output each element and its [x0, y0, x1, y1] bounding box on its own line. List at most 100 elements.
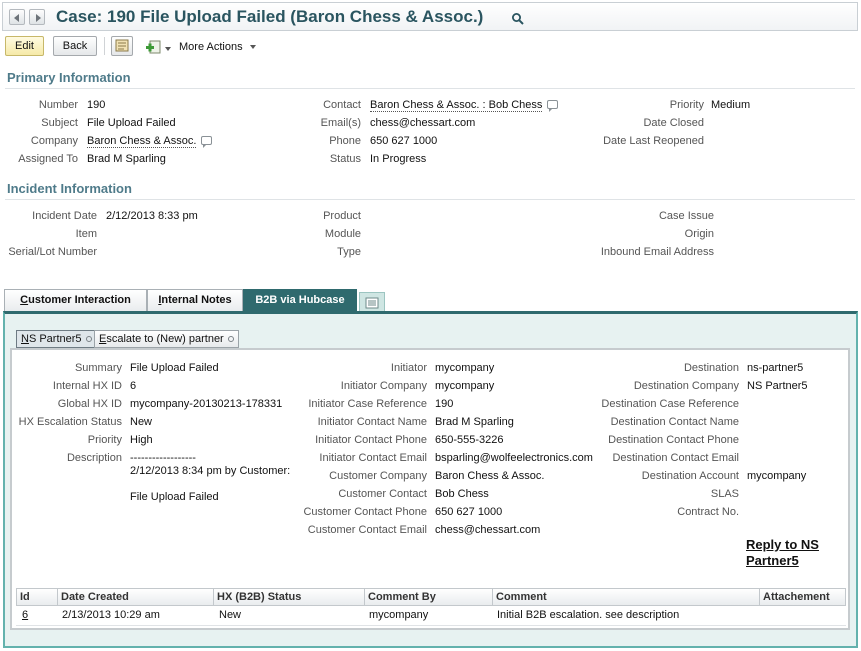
global-hx-id-label: Global HX ID — [57, 398, 122, 410]
chevron-down-icon[interactable] — [165, 47, 171, 51]
tab-label: ustomer Interaction — [28, 294, 131, 306]
column-header-status[interactable]: HX (B2B) Status — [214, 589, 365, 605]
case-issue-label: Case Issue — [658, 210, 714, 222]
description-line: File Upload Failed — [130, 491, 219, 503]
back-button[interactable]: Back — [53, 36, 97, 56]
priority-label: Priority — [669, 99, 704, 111]
section-divider — [5, 88, 855, 89]
tab-internal-notes[interactable]: Internal Notes — [147, 289, 243, 311]
initiator-contact-name-value: Brad M Sparling — [435, 416, 514, 428]
origin-label: Origin — [684, 228, 714, 240]
item-label: Item — [75, 228, 97, 240]
slas-label: SLAS — [710, 488, 739, 500]
destination-case-ref-label: Destination Case Reference — [601, 398, 739, 410]
customer-contact-value: Bob Chess — [435, 488, 489, 500]
comment-bubble-icon[interactable] — [547, 100, 559, 112]
tab-more[interactable] — [359, 292, 385, 311]
destination-company-value: NS Partner5 — [747, 380, 808, 392]
destination-contact-phone-label: Destination Contact Phone — [608, 434, 739, 446]
column-header-attachment[interactable]: Attachement — [760, 589, 846, 605]
primary-info-heading: Primary Information — [7, 70, 131, 85]
chevron-down-icon — [249, 45, 256, 49]
status-label: Status — [329, 153, 361, 165]
column-header-id[interactable]: Id — [17, 589, 58, 605]
destination-company-label: Destination Company — [633, 380, 739, 392]
list-icon — [365, 297, 379, 309]
date-closed-label: Date Closed — [643, 117, 704, 129]
number-label: Number — [38, 99, 78, 111]
contact-link[interactable]: Baron Chess & Assoc. : Bob Chess — [370, 99, 559, 112]
incident-date-label: Incident Date — [32, 210, 97, 222]
internal-hx-id-label: Internal HX ID — [52, 380, 122, 392]
escalation-status-value: New — [130, 416, 153, 428]
company-value[interactable]: Baron Chess & Assoc. — [87, 135, 197, 148]
subtab-access-key: N — [21, 333, 29, 345]
column-header-comment[interactable]: Comment — [493, 589, 760, 605]
print-button[interactable] — [111, 36, 133, 56]
cell-id[interactable]: 6 — [22, 609, 28, 621]
customer-company-value: Baron Chess & Assoc. — [435, 470, 545, 482]
back-arrow-icon[interactable] — [9, 9, 25, 25]
column-header-date-created[interactable]: Date Created — [58, 589, 214, 605]
column-header-comment-by[interactable]: Comment By — [365, 589, 493, 605]
initiator-case-ref-label: Initiator Case Reference — [308, 398, 427, 410]
toolbar-divider — [104, 37, 105, 55]
initiator-company-value: mycompany — [435, 380, 495, 392]
subject-label: Subject — [41, 117, 78, 129]
tab-access-key: C — [20, 294, 29, 306]
close-icon[interactable] — [85, 336, 92, 342]
tab-label: nternal Notes — [161, 294, 232, 306]
title-bar: Case: 190 File Upload Failed (Baron Ches… — [2, 2, 858, 31]
initiator-contact-name-label: Initiator Contact Name — [317, 416, 427, 428]
initiator-contact-phone-value: 650-555-3226 — [435, 434, 504, 446]
email-label: Email(s) — [320, 117, 361, 129]
initiator-value: mycompany — [435, 362, 495, 374]
product-label: Product — [323, 210, 361, 222]
b2b-priority-value: High — [130, 434, 153, 446]
contact-label: Contact — [323, 99, 361, 111]
subtab-escalate[interactable]: Escalate to (New) partner — [94, 330, 239, 348]
phone-value: 650 627 1000 — [370, 135, 438, 147]
edit-button[interactable]: Edit — [5, 36, 44, 56]
initiator-contact-email-value: bsparling@wolfeelectronics.com — [435, 452, 593, 464]
subtab-ns-partner5[interactable]: NS Partner5 — [16, 330, 97, 348]
cell-comment: Initial B2B escalation. see description — [497, 609, 680, 621]
assigned-value: Brad M Sparling — [87, 153, 166, 165]
initiator-contact-phone-label: Initiator Contact Phone — [315, 434, 427, 446]
incident-date-value: 2/12/2013 8:33 pm — [106, 210, 198, 222]
assigned-label: Assigned To — [18, 153, 78, 165]
type-label: Type — [337, 246, 361, 258]
priority-value: Medium — [711, 99, 751, 111]
destination-label: Destination — [683, 362, 739, 374]
contact-value[interactable]: Baron Chess & Assoc. : Bob Chess — [370, 99, 543, 112]
company-link[interactable]: Baron Chess & Assoc. — [87, 135, 213, 148]
close-icon[interactable] — [227, 336, 234, 342]
subtab-label: S Partner5 — [28, 333, 82, 345]
subject-value: File Upload Failed — [87, 117, 176, 129]
toolbar: Edit Back More Actions — [0, 33, 861, 59]
destination-account-value: mycompany — [747, 470, 807, 482]
tab-b2b-hubcase[interactable]: B2B via Hubcase — [243, 289, 357, 311]
customer-contact-label: Customer Contact — [338, 488, 427, 500]
customer-contact-phone-value: 650 627 1000 — [435, 506, 503, 518]
table-row: 6 2/13/2013 10:29 am New mycompany Initi… — [16, 606, 846, 626]
customer-contact-email-label: Customer Contact Email — [307, 524, 427, 536]
email-value: chess@chessart.com — [370, 117, 476, 129]
comment-bubble-icon[interactable] — [201, 136, 213, 148]
page-title: Case: 190 File Upload Failed (Baron Ches… — [56, 7, 484, 26]
more-actions-menu[interactable]: More Actions — [179, 41, 256, 53]
tab-customer-interaction[interactable]: Customer Interaction — [4, 289, 147, 311]
search-icon[interactable] — [511, 12, 525, 26]
destination-contact-email-label: Destination Contact Email — [612, 452, 739, 464]
new-record-icon[interactable] — [146, 39, 162, 55]
serial-label: Serial/Lot Number — [8, 246, 97, 258]
forward-arrow-icon[interactable] — [29, 9, 45, 25]
cell-comment-by: mycompany — [369, 609, 429, 621]
description-line: ------------------ — [130, 452, 196, 464]
reply-link[interactable]: Reply to NS Partner5 — [746, 537, 836, 569]
contract-label: Contract No. — [677, 506, 739, 518]
table-header: Id Date Created HX (B2B) Status Comment … — [16, 588, 846, 606]
global-hx-id-value: mycompany-20130213-178331 — [130, 398, 283, 410]
more-actions-label: More Actions — [179, 41, 243, 53]
b2b-priority-label: Priority — [87, 434, 122, 446]
